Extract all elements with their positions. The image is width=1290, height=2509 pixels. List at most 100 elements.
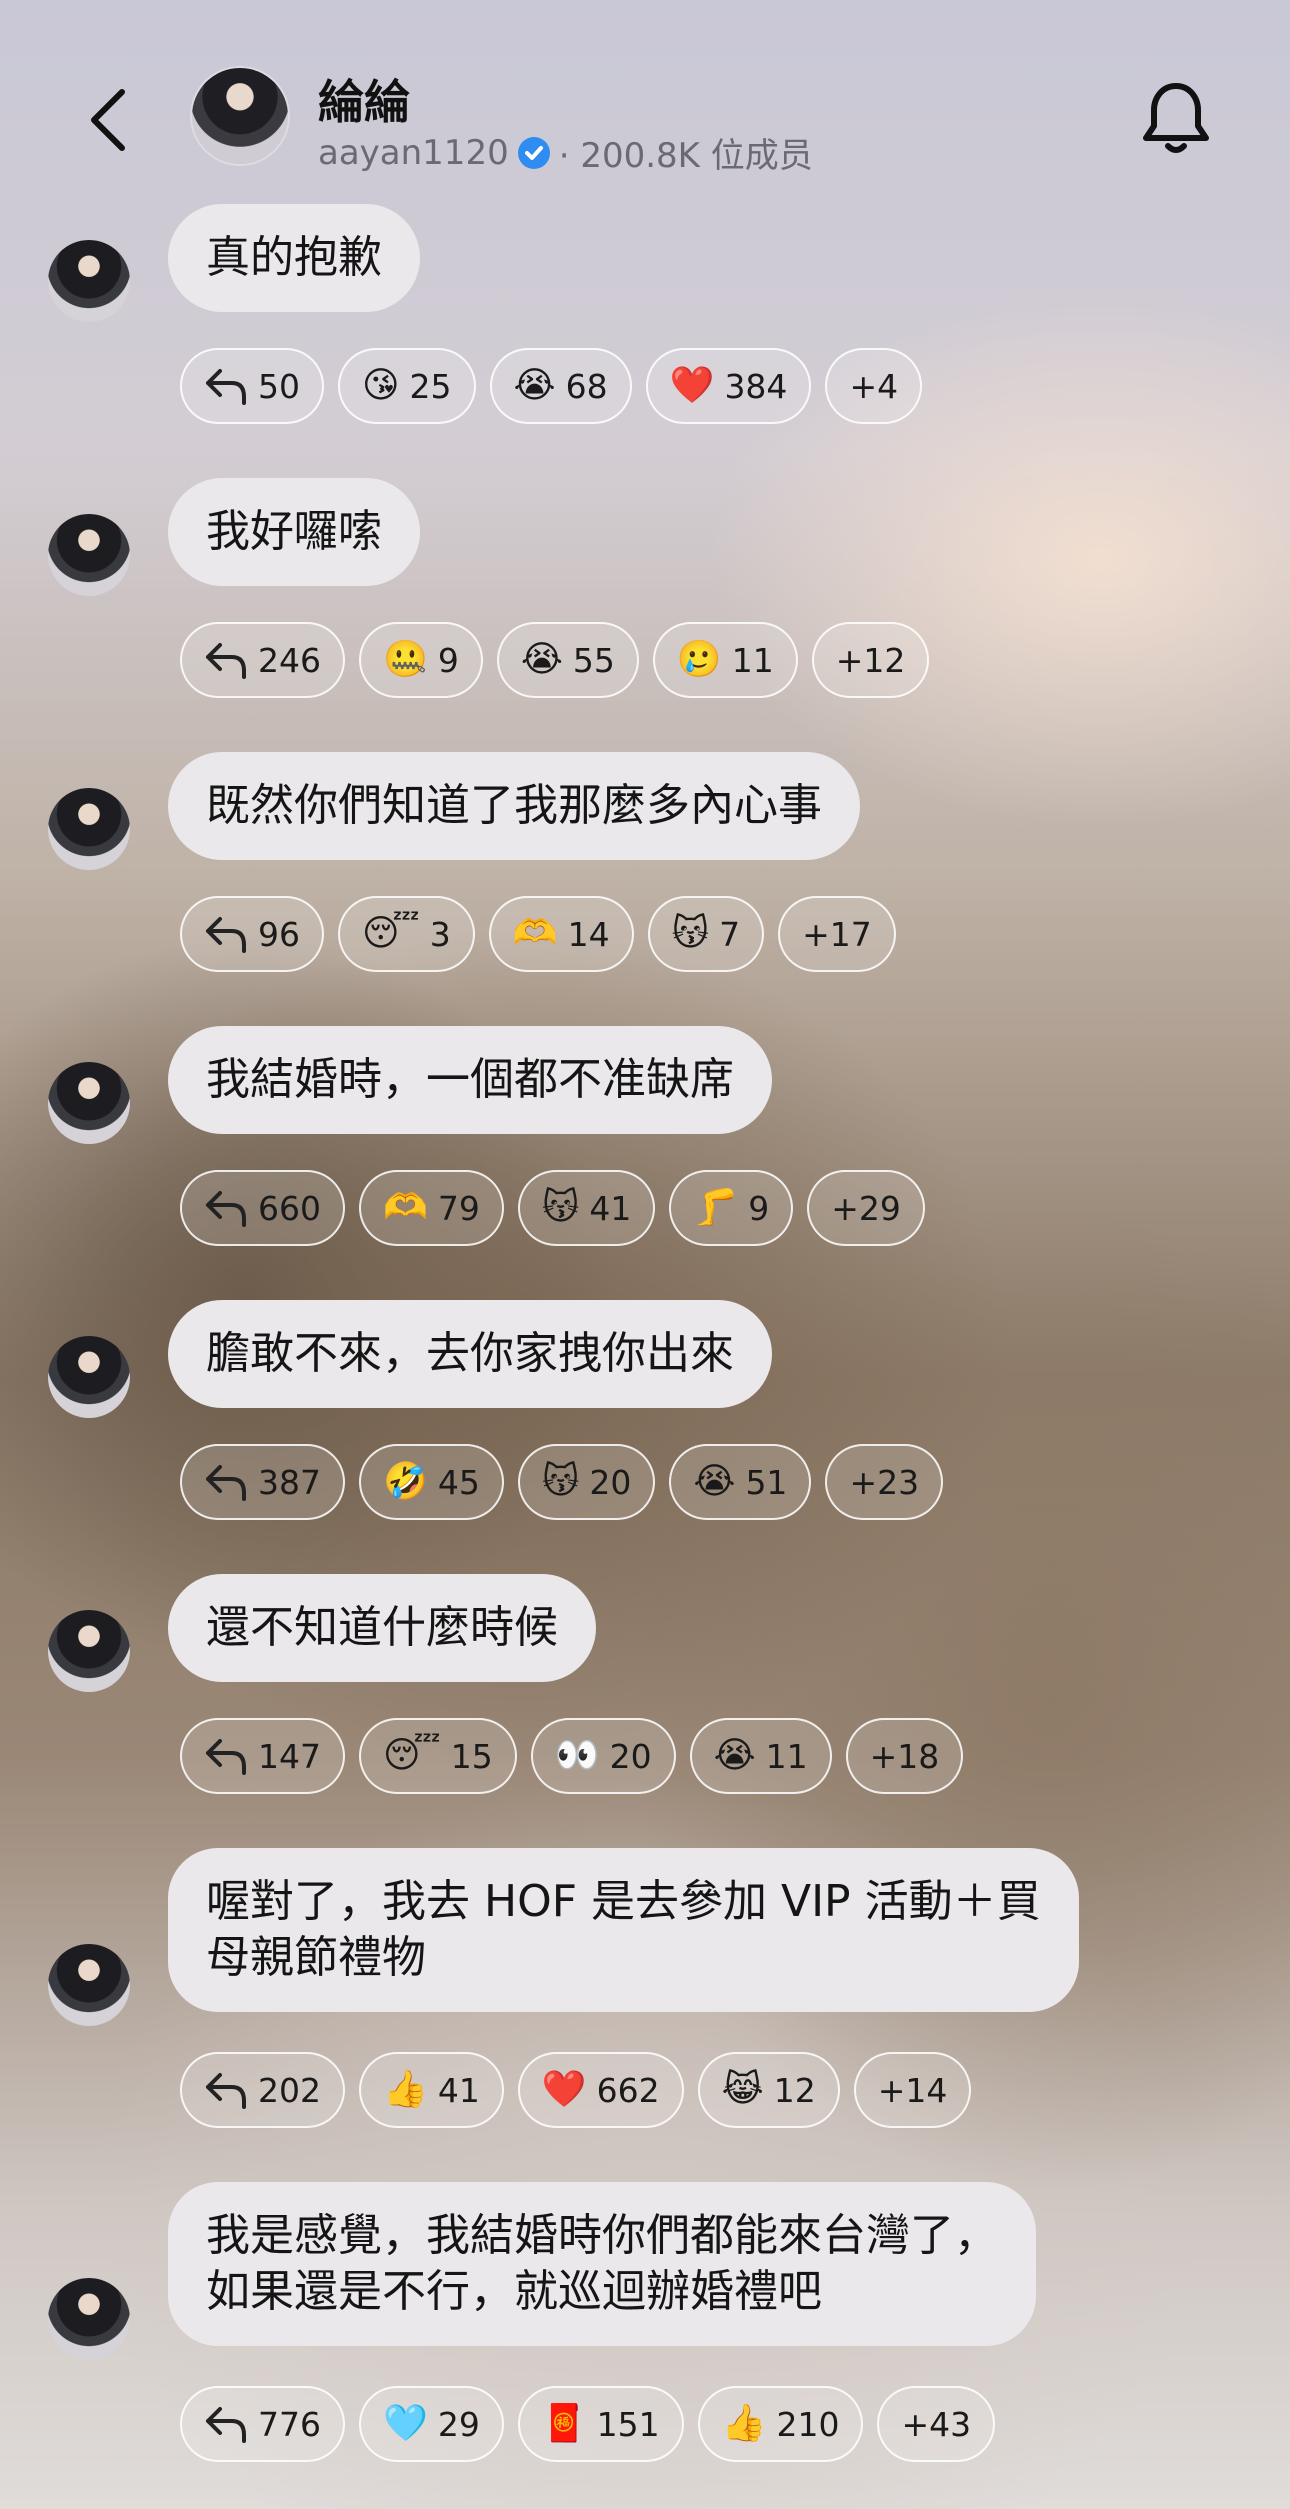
sender-avatar[interactable]	[48, 1610, 130, 1692]
heart-emoji-icon: ❤️	[541, 2069, 587, 2110]
more-reactions-chip[interactable]: +18	[845, 1718, 964, 1794]
reply-count-button[interactable]: 147	[180, 1718, 345, 1794]
reaction-chip[interactable]: 😽 20	[517, 1444, 656, 1520]
reaction-count: 20	[589, 1462, 632, 1502]
more-reactions-chip[interactable]: +43	[877, 2386, 996, 2462]
reaction-count: 151	[596, 2404, 660, 2444]
more-reactions-chip[interactable]: +14	[853, 2052, 972, 2128]
more-reactions-chip[interactable]: +12	[811, 622, 930, 698]
eyes-emoji-icon: 👀	[554, 1735, 600, 1776]
more-reactions-chip[interactable]: +23	[825, 1444, 944, 1520]
sender-avatar[interactable]	[48, 1336, 130, 1418]
reaction-chip[interactable]: 😹 12	[697, 2052, 840, 2128]
chevron-left-icon	[91, 89, 125, 151]
reaction-chip[interactable]: 🩵 29	[359, 2386, 504, 2462]
reply-count-button[interactable]: 246	[180, 622, 345, 698]
crying-emoji-icon: 😭	[513, 365, 556, 406]
crying-emoji-icon: 😭	[693, 1461, 736, 1502]
verified-badge-icon	[517, 136, 550, 169]
heart-hands-emoji-icon: 🫶	[383, 1187, 428, 1228]
message-bubble[interactable]: 還不知道什麼時候	[168, 1574, 596, 1682]
reaction-bar: 776 🩵 29 🧧 151 👍 210 +43	[180, 2386, 996, 2462]
reply-count-button[interactable]: 202	[180, 2052, 345, 2128]
sender-avatar[interactable]	[48, 240, 130, 322]
member-count: · 200.8K 位成员	[558, 136, 813, 176]
reaction-chip[interactable]: 😭 55	[496, 622, 639, 698]
thumbs-up-emoji-icon: 👍	[383, 2069, 428, 2110]
reaction-count: 55	[572, 640, 615, 680]
reply-icon	[206, 2407, 246, 2443]
message-bubble[interactable]: 真的抱歉	[168, 204, 420, 312]
reaction-chip[interactable]: 🧧 151	[517, 2386, 684, 2462]
reply-count-button[interactable]: 776	[180, 2386, 345, 2462]
more-reactions-chip[interactable]: +17	[778, 896, 896, 972]
reaction-count: 3	[429, 914, 451, 954]
reply-count-button[interactable]: 660	[180, 1170, 345, 1246]
reaction-chip[interactable]: 🤣 45	[359, 1444, 504, 1520]
reaction-count: 51	[745, 1462, 788, 1502]
notification-button[interactable]	[1140, 80, 1212, 156]
reply-count: 50	[258, 366, 300, 406]
reaction-chip[interactable]: 🥲 11	[652, 622, 798, 698]
chat-header: 綸綸 aayan1120 · 200.8K 位成员	[0, 0, 1290, 200]
reaction-chip[interactable]: ❤️ 662	[517, 2052, 684, 2128]
message-bubble[interactable]: 膽敢不來，去你家拽你出來	[168, 1300, 772, 1408]
sender-avatar[interactable]	[48, 1062, 130, 1144]
reaction-count: 14	[567, 914, 610, 954]
reaction-chip[interactable]: 😭 68	[489, 348, 632, 424]
reaction-chip[interactable]: 😴 3	[338, 896, 475, 972]
sender-avatar[interactable]	[48, 2278, 130, 2360]
more-reactions-chip[interactable]: +29	[807, 1170, 925, 1246]
sender-avatar[interactable]	[48, 1944, 130, 2026]
reaction-chip[interactable]: 😽 41	[517, 1170, 656, 1246]
reaction-chip[interactable]: 😴 15	[359, 1718, 517, 1794]
more-reactions-chip[interactable]: +4	[825, 348, 923, 424]
channel-avatar[interactable]	[192, 68, 288, 164]
reaction-count: 15	[450, 1736, 493, 1776]
message-bubble[interactable]: 喔對了，我去 HOF 是去參加 VIP 活動＋買 母親節禮物	[168, 1848, 1079, 2012]
reaction-count: 11	[731, 640, 774, 680]
reaction-bar: 147 😴 15 👀 20 😭 11 +18	[180, 1718, 964, 1794]
crying-emoji-icon: 😭	[713, 1735, 756, 1776]
reaction-count: 11	[765, 1736, 808, 1776]
reaction-chip[interactable]: 😭 11	[689, 1718, 832, 1794]
reaction-chip[interactable]: 👀 20	[530, 1718, 676, 1794]
message-bubble[interactable]: 我好囉嗦	[168, 478, 420, 586]
reply-count-button[interactable]: 50	[180, 348, 324, 424]
reaction-count: 25	[409, 366, 452, 406]
reaction-count: 210	[776, 2404, 840, 2444]
light-blue-heart-emoji-icon: 🩵	[383, 2403, 428, 2444]
reply-count-button[interactable]: 96	[180, 896, 324, 972]
reaction-chip[interactable]: ❤️ 384	[645, 348, 812, 424]
reaction-chip[interactable]: 😭 51	[669, 1444, 812, 1520]
reaction-chip[interactable]: 👍 210	[697, 2386, 864, 2462]
kiss-emoji-icon: 😘	[362, 365, 400, 406]
reaction-chip[interactable]: 😽 7	[647, 896, 765, 972]
kissing-cat-emoji-icon: 😽	[541, 1187, 580, 1228]
message-bubble[interactable]: 我結婚時，一個都不准缺席	[168, 1026, 772, 1134]
channel-title: 綸綸	[318, 75, 410, 129]
sender-avatar[interactable]	[48, 788, 130, 870]
reply-count: 660	[258, 1188, 321, 1228]
reaction-chip[interactable]: 🤐 9	[359, 622, 483, 698]
reaction-chip[interactable]: 🫶 79	[359, 1170, 504, 1246]
reaction-chip[interactable]: 👍 41	[359, 2052, 504, 2128]
sleeping-emoji-icon: 😴	[383, 1735, 441, 1776]
reaction-chip[interactable]: 🫶 14	[488, 896, 634, 972]
reply-count-button[interactable]: 387	[180, 1444, 345, 1520]
reaction-chip[interactable]: 😘 25	[338, 348, 476, 424]
sender-avatar[interactable]	[48, 514, 130, 596]
reaction-count: 41	[589, 1188, 632, 1228]
reaction-chip[interactable]: 🦵 9	[669, 1170, 794, 1246]
reply-count: 387	[258, 1462, 321, 1502]
reaction-count: 7	[719, 914, 741, 954]
reply-icon	[206, 643, 246, 679]
reaction-count: 12	[773, 2070, 816, 2110]
reaction-bar: 96 😴 3 🫶 14 😽 7 +17	[180, 896, 896, 972]
message-bubble[interactable]: 既然你們知道了我那麼多內心事	[168, 752, 860, 860]
back-button[interactable]	[80, 80, 136, 160]
reply-icon	[206, 1739, 246, 1775]
reaction-count: 29	[437, 2404, 480, 2444]
message-bubble[interactable]: 我是感覺，我結婚時你們都能來台灣了， 如果還是不行，就巡迴辦婚禮吧	[168, 2182, 1036, 2346]
bell-icon	[1143, 83, 1209, 153]
